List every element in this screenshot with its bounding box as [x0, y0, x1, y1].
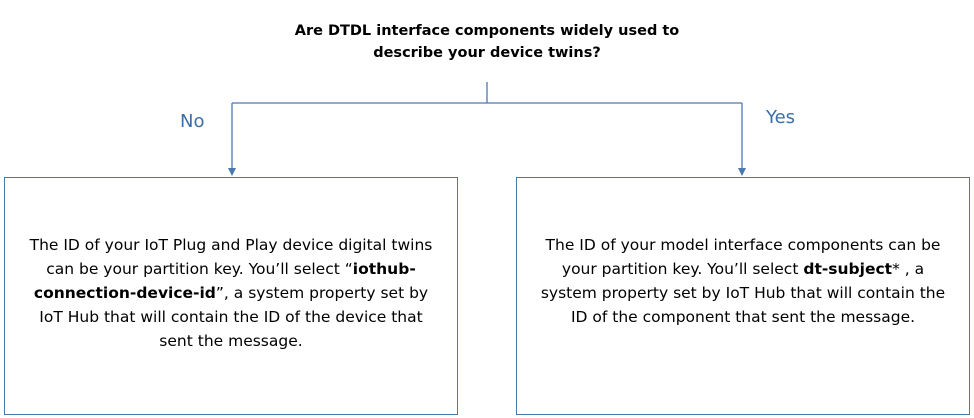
no-branch-label: No — [180, 111, 205, 132]
no-outcome-box: The ID of your IoT Plug and Play device … — [4, 177, 458, 415]
yes-outcome-box: The ID of your model interface component… — [516, 177, 970, 415]
question-line-1: Are DTDL interface components widely use… — [294, 23, 680, 39]
no-arrowhead-icon — [228, 168, 236, 176]
question-line-2: describe your device twins? — [373, 45, 601, 61]
yes-arrowhead-icon — [738, 168, 746, 176]
no-outcome-open-quote: “ — [344, 260, 353, 278]
decision-question: Are DTDL interface components widely use… — [287, 20, 687, 64]
yes-outcome-text: The ID of your model interface component… — [535, 233, 951, 329]
yes-outcome-bold-term: dt-subject — [803, 260, 893, 278]
no-outcome-text: The ID of your IoT Plug and Play device … — [23, 233, 439, 353]
yes-branch-label: Yes — [766, 107, 796, 128]
